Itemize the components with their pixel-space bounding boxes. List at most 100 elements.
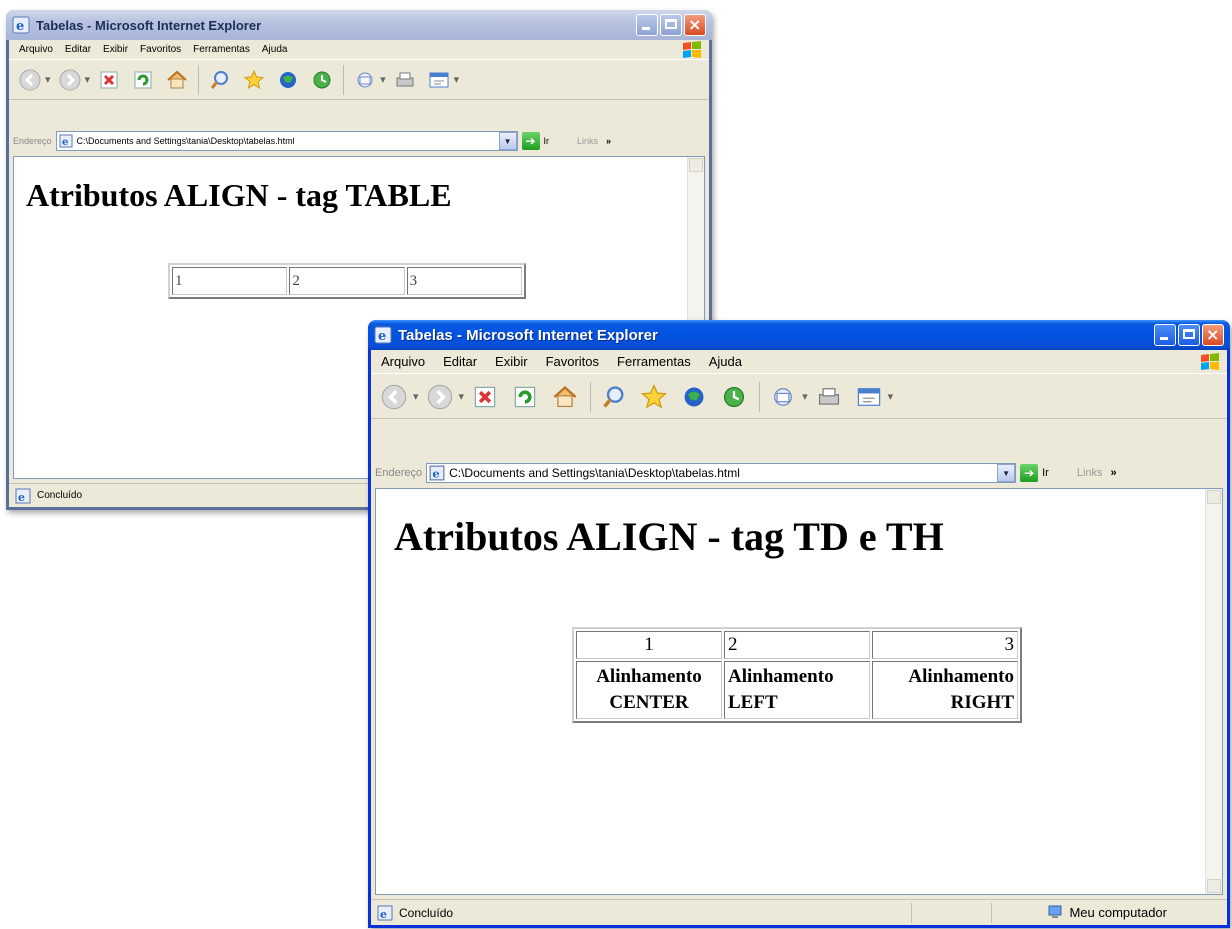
mail-dropdown-icon[interactable]: ▾ bbox=[380, 73, 386, 86]
svg-text:e: e bbox=[62, 137, 68, 148]
status-divider bbox=[991, 903, 992, 923]
menu-ferramentas[interactable]: Ferramentas bbox=[193, 44, 250, 55]
stop-icon[interactable] bbox=[96, 67, 122, 93]
scroll-up-icon[interactable] bbox=[1207, 490, 1221, 504]
close-button[interactable]: × bbox=[684, 14, 706, 36]
standard-toolbar: ▾ ▾ ▾ ▾ bbox=[9, 60, 709, 100]
page-icon: e bbox=[429, 465, 445, 481]
forward-arrow-icon[interactable] bbox=[57, 67, 83, 93]
menu-arquivo[interactable]: Arquivo bbox=[19, 44, 53, 55]
address-input[interactable]: e C:\Documents and Settings\tania\Deskto… bbox=[55, 131, 518, 151]
search-icon[interactable] bbox=[207, 67, 233, 93]
menu-ajuda[interactable]: Ajuda bbox=[709, 354, 742, 369]
go-label: Ir bbox=[543, 136, 550, 146]
history-icon[interactable] bbox=[719, 382, 749, 412]
print-icon[interactable] bbox=[814, 382, 844, 412]
vertical-scrollbar[interactable] bbox=[1205, 489, 1222, 894]
page-content[interactable]: Atributos ALIGN - tag TD e TH 1 2 3 Alin… bbox=[375, 488, 1223, 895]
address-label: Endereço bbox=[13, 136, 52, 146]
menu-favoritos[interactable]: Favoritos bbox=[546, 354, 599, 369]
media-icon[interactable] bbox=[275, 67, 301, 93]
back-dropdown-icon[interactable]: ▾ bbox=[45, 73, 51, 86]
links-button[interactable]: Links bbox=[1077, 467, 1103, 479]
favorites-star-icon[interactable] bbox=[241, 67, 267, 93]
cell-line: Alinhamento bbox=[728, 666, 834, 687]
edit-icon[interactable] bbox=[426, 67, 452, 93]
maximize-button[interactable] bbox=[1178, 324, 1200, 346]
mail-icon[interactable] bbox=[768, 382, 798, 412]
back-dropdown-icon[interactable]: ▾ bbox=[413, 390, 419, 403]
edit-icon[interactable] bbox=[854, 382, 884, 412]
svg-text:e: e bbox=[433, 467, 440, 481]
close-button[interactable]: × bbox=[1202, 324, 1224, 346]
cell-line: Alinhamento bbox=[908, 666, 1014, 687]
svg-text:e: e bbox=[378, 329, 386, 344]
ie-window-foreground[interactable]: e Tabelas - Microsoft Internet Explorer … bbox=[368, 320, 1230, 928]
forward-arrow-icon[interactable] bbox=[425, 382, 455, 412]
title-bar[interactable]: e Tabelas - Microsoft Internet Explorer … bbox=[368, 320, 1230, 350]
address-bar: Endereço e C:\Documents and Settings\tan… bbox=[371, 460, 1227, 486]
forward-dropdown-icon[interactable]: ▾ bbox=[85, 73, 91, 86]
maximize-button[interactable] bbox=[660, 14, 682, 36]
svg-text:e: e bbox=[16, 19, 24, 34]
minimize-button[interactable] bbox=[1154, 324, 1176, 346]
search-icon[interactable] bbox=[599, 382, 629, 412]
mail-dropdown-icon[interactable]: ▾ bbox=[802, 390, 808, 403]
mail-icon[interactable] bbox=[352, 67, 378, 93]
table-cell: 1 bbox=[576, 631, 722, 659]
forward-dropdown-icon[interactable]: ▾ bbox=[459, 390, 465, 403]
print-icon[interactable] bbox=[392, 67, 418, 93]
links-button[interactable]: Links bbox=[577, 136, 598, 146]
menu-exibir[interactable]: Exibir bbox=[103, 44, 128, 55]
menu-ajuda[interactable]: Ajuda bbox=[262, 44, 288, 55]
menu-editar[interactable]: Editar bbox=[65, 44, 91, 55]
back-arrow-icon[interactable] bbox=[379, 382, 409, 412]
home-icon[interactable] bbox=[550, 382, 580, 412]
cell-line: RIGHT bbox=[950, 692, 1014, 713]
table-cell: 2 bbox=[724, 631, 870, 659]
address-input[interactable]: e C:\Documents and Settings\tania\Deskto… bbox=[426, 463, 1017, 483]
media-icon[interactable] bbox=[679, 382, 709, 412]
page-heading: Atributos ALIGN - tag TABLE bbox=[26, 177, 452, 213]
table-header-cell: Alinhamento RIGHT bbox=[872, 661, 1018, 719]
edit-dropdown-icon[interactable]: ▾ bbox=[888, 390, 894, 403]
go-button[interactable]: ➔ Ir bbox=[1020, 464, 1049, 482]
cell-line: Alinhamento bbox=[596, 666, 702, 687]
window-title: Tabelas - Microsoft Internet Explorer bbox=[398, 326, 658, 344]
ie-logo-icon: e bbox=[12, 16, 30, 34]
address-dropdown-icon[interactable]: ▼ bbox=[997, 464, 1016, 482]
windows-flag-icon bbox=[1201, 352, 1219, 370]
table-cell: 1 bbox=[172, 267, 288, 295]
table-cell: 3 bbox=[872, 631, 1018, 659]
address-label: Endereço bbox=[375, 467, 423, 479]
refresh-icon[interactable] bbox=[130, 67, 156, 93]
history-icon[interactable] bbox=[309, 67, 335, 93]
status-divider bbox=[911, 903, 912, 923]
cell-line: LEFT bbox=[728, 692, 778, 713]
links-chevron-icon[interactable]: » bbox=[1111, 467, 1117, 479]
table-row: 1 2 3 bbox=[172, 267, 522, 295]
scroll-up-icon[interactable] bbox=[689, 158, 703, 172]
ie-logo-icon: e bbox=[374, 326, 392, 344]
back-arrow-icon[interactable] bbox=[17, 67, 43, 93]
scroll-down-icon[interactable] bbox=[1207, 879, 1221, 893]
address-value: C:\Documents and Settings\tania\Desktop\… bbox=[76, 136, 295, 146]
menu-exibir[interactable]: Exibir bbox=[495, 354, 528, 369]
menu-arquivo[interactable]: Arquivo bbox=[381, 354, 425, 369]
minimize-button[interactable] bbox=[636, 14, 658, 36]
title-bar[interactable]: e Tabelas - Microsoft Internet Explorer … bbox=[6, 10, 712, 40]
go-arrow-icon: ➔ bbox=[1020, 464, 1039, 482]
address-dropdown-icon[interactable]: ▼ bbox=[498, 132, 517, 150]
go-button[interactable]: ➔ Ir bbox=[521, 132, 550, 150]
home-icon[interactable] bbox=[164, 67, 190, 93]
menu-favoritos[interactable]: Favoritos bbox=[140, 44, 181, 55]
edit-dropdown-icon[interactable]: ▾ bbox=[454, 73, 460, 86]
menu-editar[interactable]: Editar bbox=[443, 354, 477, 369]
favorites-star-icon[interactable] bbox=[639, 382, 669, 412]
menu-ferramentas[interactable]: Ferramentas bbox=[617, 354, 691, 369]
links-chevron-icon[interactable]: » bbox=[606, 136, 611, 146]
page-heading: Atributos ALIGN - tag TD e TH bbox=[394, 514, 944, 559]
stop-icon[interactable] bbox=[470, 382, 500, 412]
refresh-icon[interactable] bbox=[510, 382, 540, 412]
windows-flag-icon bbox=[683, 40, 701, 58]
